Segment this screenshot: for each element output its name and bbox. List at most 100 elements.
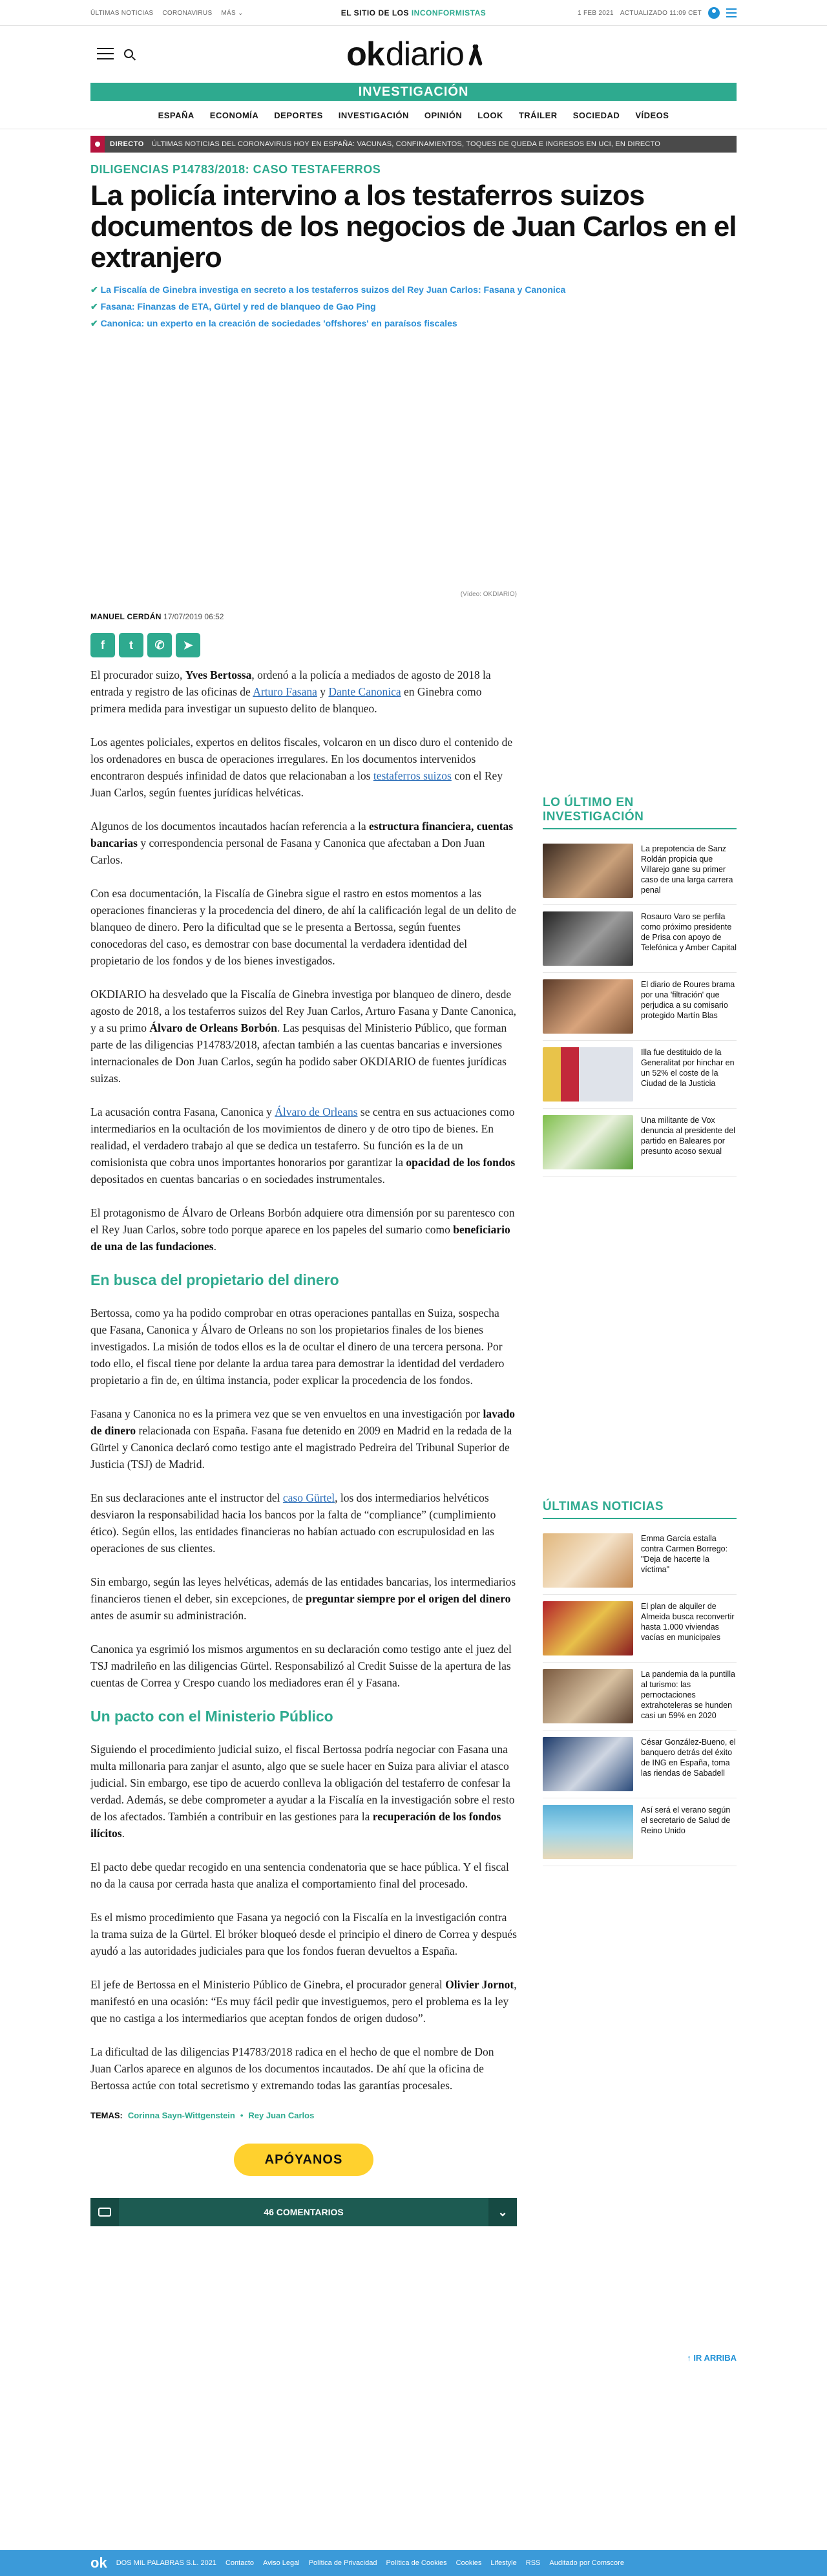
thumbnail[interactable]: [543, 1115, 633, 1169]
paragraph: Algunos de los documentos incautados hac…: [90, 820, 514, 866]
tag-link[interactable]: Rey Juan Carlos: [248, 2111, 314, 2120]
section-title[interactable]: INVESTIGACIÓN: [90, 83, 737, 101]
nav-item-espana[interactable]: ESPAÑA: [158, 111, 194, 120]
list-item-title[interactable]: Illa fue destituido de la Generalitat po…: [641, 1047, 737, 1102]
comment-icon: [90, 2198, 119, 2226]
nav-item-deportes[interactable]: DEPORTES: [274, 111, 323, 120]
live-ticker[interactable]: DIRECTO ÚLTIMAS NOTICIAS DEL CORONAVIRUS…: [90, 136, 737, 153]
list-item-title[interactable]: César González-Bueno, el banquero detrás…: [641, 1737, 737, 1791]
hamburger-icon[interactable]: [97, 48, 114, 59]
list-item[interactable]: Rosauro Varo se perfila como próximo pre…: [543, 905, 737, 973]
menu-grid-icon[interactable]: [726, 8, 737, 17]
paragraph: Fasana y Canonica no es la primera vez q…: [90, 1407, 516, 1471]
list-item[interactable]: El plan de alquiler de Almeida busca rec…: [543, 1595, 737, 1663]
tag-separator: •: [240, 2111, 244, 2120]
thumbnail[interactable]: [543, 1601, 633, 1655]
link-testaferros[interactable]: testaferros suizos: [373, 769, 452, 782]
nav-item-investigacion[interactable]: INVESTIGACIÓN: [339, 111, 409, 120]
site-header: ok diario: [0, 26, 827, 83]
nav-item-videos[interactable]: VÍDEOS: [635, 111, 669, 120]
video-caption: (Vídeo: OKDIARIO): [460, 591, 517, 598]
nav-item-economia[interactable]: ECONOMÍA: [210, 111, 259, 120]
list-item[interactable]: César González-Bueno, el banquero detrás…: [543, 1730, 737, 1798]
list-item-title[interactable]: El plan de alquiler de Almeida busca rec…: [641, 1601, 737, 1655]
footer-link-lifestyle[interactable]: Lifestyle: [490, 2559, 516, 2567]
back-to-top-link[interactable]: ↑ IR ARRIBA: [687, 2353, 737, 2363]
link-caso-gurtel[interactable]: caso Gürtel: [283, 1491, 335, 1504]
related-links: La Fiscalía de Ginebra investiga en secr…: [90, 281, 737, 332]
paragraph: La dificultad de las diligencias P14783/…: [90, 2045, 494, 2092]
comments-count: 46 COMENTARIOS: [264, 2207, 344, 2217]
footer-link-privacidad[interactable]: Política de Privacidad: [309, 2559, 377, 2567]
nav-item-opinion[interactable]: OPINIÓN: [424, 111, 462, 120]
nav-item-sociedad[interactable]: SOCIEDAD: [573, 111, 620, 120]
telegram-icon[interactable]: ➤: [176, 633, 200, 657]
top-bar: Últimas noticias Coronavirus Más ⌄ EL SI…: [0, 0, 827, 26]
thumbnail[interactable]: [543, 1805, 633, 1859]
footer-link-contacto[interactable]: Contacto: [225, 2559, 254, 2567]
list-item[interactable]: Así será el verano según el secretario d…: [543, 1798, 737, 1866]
thumbnail[interactable]: [543, 1737, 633, 1791]
list-item-title[interactable]: Rosauro Varo se perfila como próximo pre…: [641, 911, 737, 966]
search-icon[interactable]: [124, 49, 133, 58]
list-item[interactable]: Illa fue destituido de la Generalitat po…: [543, 1041, 737, 1109]
paragraph: Bertossa, como ya ha podido comprobar en…: [90, 1306, 505, 1387]
thumbnail[interactable]: [543, 979, 633, 1034]
thumbnail[interactable]: [543, 1047, 633, 1102]
list-item-title[interactable]: Así será el verano según el secretario d…: [641, 1805, 737, 1859]
tagline: EL SITIO DE LOS INCONFORMISTAS: [310, 8, 517, 17]
thumbnail[interactable]: [543, 911, 633, 966]
facebook-icon[interactable]: f: [90, 633, 115, 657]
list-item[interactable]: La pandemia da la puntilla al turismo: l…: [543, 1663, 737, 1730]
footer-link-cookies-policy[interactable]: Política de Cookies: [386, 2559, 446, 2567]
related-link[interactable]: La Fiscalía de Ginebra investiga en secr…: [90, 281, 737, 298]
comments-bar[interactable]: 46 COMENTARIOS ⌄: [90, 2198, 517, 2226]
thumbnail[interactable]: [543, 1533, 633, 1588]
footer-link-cookies[interactable]: Cookies: [456, 2559, 482, 2567]
list-item[interactable]: El diario de Roures brama por una 'filtr…: [543, 973, 737, 1041]
list-item-title[interactable]: La pandemia da la puntilla al turismo: l…: [641, 1669, 737, 1723]
paragraph: El pacto debe quedar recogido en una sen…: [90, 1860, 509, 1890]
list-item[interactable]: La prepotencia de Sanz Roldán propicia q…: [543, 837, 737, 905]
link-alvaro-orleans[interactable]: Álvaro de Orleans: [275, 1105, 357, 1118]
top-link-mas[interactable]: Más ⌄: [221, 10, 243, 17]
top-link-coronavirus[interactable]: Coronavirus: [162, 10, 212, 17]
nav-item-look[interactable]: LOOK: [477, 111, 503, 120]
nav-item-trailer[interactable]: TRÁILER: [519, 111, 558, 120]
sidebar-title: ÚLTIMAS NOTICIAS: [543, 1500, 737, 1519]
whatsapp-icon[interactable]: ✆: [147, 633, 172, 657]
article-body: El procurador suizo, Yves Bertossa, orde…: [90, 666, 517, 2226]
twitter-icon[interactable]: t: [119, 633, 143, 657]
link-arturo-fasana[interactable]: Arturo Fasana: [253, 685, 317, 698]
chevron-down-icon[interactable]: ⌄: [488, 2198, 517, 2226]
list-item[interactable]: Emma García estalla contra Carmen Borreg…: [543, 1527, 737, 1595]
related-link[interactable]: Fasana: Finanzas de ETA, Gürtel y red de…: [90, 298, 737, 315]
author-name[interactable]: MANUEL CERDÁN: [90, 612, 162, 621]
top-links: Últimas noticias Coronavirus Más ⌄: [90, 10, 310, 17]
link-dante-canonica[interactable]: Dante Canonica: [328, 685, 401, 698]
top-link-ultimas[interactable]: Últimas noticias: [90, 10, 153, 17]
list-item-title[interactable]: Una militante de Vox denuncia al preside…: [641, 1115, 737, 1169]
tag-link[interactable]: Corinna Sayn-Wittgenstein: [128, 2111, 235, 2120]
list-item-title[interactable]: Emma García estalla contra Carmen Borreg…: [641, 1533, 737, 1588]
list-item-title[interactable]: El diario de Roures brama por una 'filtr…: [641, 979, 737, 1034]
site-logo[interactable]: ok diario: [346, 37, 481, 71]
related-link[interactable]: Canonica: un experto en la creación de s…: [90, 315, 737, 332]
footer-link-aviso-legal[interactable]: Aviso Legal: [263, 2559, 300, 2567]
thumbnail[interactable]: [543, 844, 633, 898]
user-icon[interactable]: [708, 7, 720, 19]
list-item[interactable]: Una militante de Vox denuncia al preside…: [543, 1109, 737, 1176]
video-player[interactable]: [90, 332, 517, 587]
tags-label: TEMAS:: [90, 2111, 123, 2120]
support-button[interactable]: APÓYANOS: [234, 2144, 373, 2176]
sidebar: LO ÚLTIMO EN INVESTIGACIÓN La prepotenci…: [543, 666, 737, 2226]
thumbnail[interactable]: [543, 1669, 633, 1723]
footer-link-rss[interactable]: RSS: [526, 2559, 541, 2567]
sidebar-title: LO ÚLTIMO EN INVESTIGACIÓN: [543, 796, 737, 829]
logo-ok: ok: [346, 36, 385, 73]
paragraph: Siguiendo el procedimiento judicial suiz…: [90, 1743, 515, 1840]
byline: MANUEL CERDÁN 17/07/2019 06:52: [90, 612, 517, 621]
list-item-title[interactable]: La prepotencia de Sanz Roldán propicia q…: [641, 844, 737, 898]
footer-logo[interactable]: ok: [90, 2555, 107, 2571]
